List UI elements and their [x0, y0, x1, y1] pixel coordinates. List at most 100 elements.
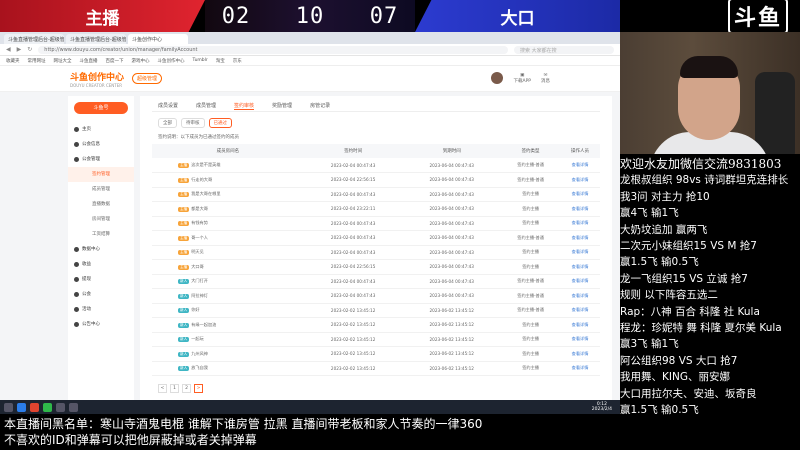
bookmark-item[interactable]: Tumblr: [193, 58, 208, 63]
filter-pending[interactable]: 待审核: [181, 118, 205, 128]
bookmark-item[interactable]: 收藏夹: [6, 58, 20, 64]
action-cell: 查看详情: [560, 288, 600, 304]
chat-line: 龙一飞组织15 VS 立诚 抢7: [620, 272, 748, 285]
expire-time-cell: 2023-06-04 00:47:43: [402, 172, 502, 188]
bookmark-item[interactable]: 游戏中心: [132, 58, 150, 64]
view-detail-link[interactable]: 查看详情: [572, 264, 589, 269]
creator-center-logo[interactable]: 斗鱼创作中心 DOUYU CREATOR CENTER: [70, 70, 124, 88]
back-icon[interactable]: ◀: [6, 46, 11, 53]
sidebar-item-rooms[interactable]: 房间管理: [68, 212, 134, 227]
table-row: 新人 九州风神 2023-02-02 13:45:12 2023-06-02 13:4…: [152, 346, 600, 362]
column-header: 到期时间: [402, 144, 502, 158]
sidebar-item-notice[interactable]: 公告中心: [68, 317, 134, 332]
view-detail-link[interactable]: 查看详情: [572, 351, 589, 356]
filter-all[interactable]: 全部: [158, 118, 177, 128]
tab-sign-review[interactable]: 签约审核: [234, 102, 255, 110]
sign-type-cell: 签约主播: [501, 317, 561, 333]
sidebar-item-home[interactable]: 主页: [68, 122, 134, 137]
chat-line: Rap：八神 百合 科隆 社 Kula: [620, 305, 760, 318]
member-name: 哥一个人: [191, 234, 208, 240]
member-name: 都是大哥: [191, 205, 208, 211]
sign-type-cell: 签约主播: [501, 216, 561, 231]
tab-member-manage[interactable]: 成员管理: [196, 102, 216, 109]
view-detail-link[interactable]: 查看详情: [572, 365, 589, 370]
chat-line: 二次元小妹组织15 VS M 抢7: [620, 240, 757, 253]
filter-approved[interactable]: 已通过: [208, 118, 232, 128]
sidebar-item-members[interactable]: 成员管理: [68, 182, 134, 197]
view-detail-link[interactable]: 查看详情: [572, 293, 589, 298]
tab-member-settings[interactable]: 成员设置: [158, 102, 178, 109]
download-app-link[interactable]: ▣ 下载APP: [513, 73, 531, 84]
page-next[interactable]: >: [194, 384, 203, 393]
bookmark-item[interactable]: 百度一下: [106, 58, 124, 64]
view-detail-link[interactable]: 查看详情: [572, 191, 589, 196]
page-number[interactable]: 1: [170, 384, 179, 393]
avatar[interactable]: [491, 72, 504, 84]
system-clock[interactable]: 0:12 2023/2/4: [592, 402, 612, 412]
member-tag: 新人: [178, 351, 190, 357]
member-name-cell: 主播 我是大哥在哪里: [152, 187, 304, 202]
view-detail-link[interactable]: 查看详情: [572, 220, 589, 225]
member-name: 这次是不是英雄: [191, 162, 221, 167]
action-cell: 查看详情: [560, 346, 600, 362]
page-prev[interactable]: <: [158, 384, 167, 393]
page-number[interactable]: 2: [182, 384, 191, 393]
banner-line: 本直播间黑名单：寒山寺酒鬼电棍 谁解下谁房管 拉黑 直播间带老板和家人节奏的一律…: [4, 417, 483, 431]
sidebar-item-guild-manage[interactable]: 公会管理: [68, 152, 134, 167]
refresh-icon[interactable]: ↻: [27, 46, 32, 53]
view-detail-link[interactable]: 查看详情: [572, 206, 589, 211]
bookmark-item[interactable]: 淘宝: [216, 58, 225, 64]
bookmark-item[interactable]: 斗鱼创作中心: [158, 58, 185, 64]
bookmark-item[interactable]: 网址大全: [54, 58, 72, 64]
member-name-cell: 主播 有钱有势: [152, 216, 304, 231]
action-cell: 查看详情: [560, 172, 600, 188]
view-detail-link[interactable]: 查看详情: [572, 235, 589, 240]
forward-icon[interactable]: ▶: [17, 46, 22, 53]
browser-search-field[interactable]: 搜索 大家都在搜: [514, 45, 614, 54]
sidebar-item-sign-manage[interactable]: 签约管理: [68, 167, 134, 182]
bookmark-item[interactable]: 京东: [233, 58, 242, 64]
bookmark-item[interactable]: 斗鱼直播: [80, 58, 98, 64]
view-detail-link[interactable]: 查看详情: [572, 177, 589, 182]
table-row: 新人 有缘一起加油 2023-02-02 13:45:12 2023-06-02 13…: [152, 317, 600, 333]
table-row: 新人 你好 2023-02-02 13:45:12 2023-06-02 13:45:…: [152, 303, 600, 318]
expire-time-cell: 2023-06-04 00:47:43: [402, 230, 502, 246]
sidebar-item-data-center[interactable]: 数据中心: [68, 242, 134, 257]
browser-tab[interactable]: 斗鱼直播管理后台-超级管理...: [4, 34, 64, 44]
browser-app-icon[interactable]: [17, 402, 26, 412]
action-cell: 查看详情: [560, 187, 600, 202]
sidebar-item-guild-info[interactable]: 公会信息: [68, 137, 134, 152]
view-detail-link[interactable]: 查看详情: [572, 307, 589, 312]
view-detail-link[interactable]: 查看详情: [572, 322, 589, 327]
sidebar-item-salary[interactable]: 工资结算: [68, 227, 134, 242]
bookmark-item[interactable]: 常用网址: [28, 58, 46, 64]
tab-rewards[interactable]: 奖励管理: [272, 102, 292, 109]
sidebar-item-guild[interactable]: 公会: [68, 287, 134, 302]
member-name-cell: 新人 大门打开: [152, 274, 304, 289]
sidebar-item-income[interactable]: 收益: [68, 257, 134, 272]
start-icon[interactable]: [4, 402, 13, 412]
right-player-name: 大口: [415, 0, 620, 32]
wechat-icon[interactable]: [43, 402, 52, 412]
view-detail-link[interactable]: 查看详情: [572, 336, 589, 341]
expire-time-cell: 2023-06-02 13:45:12: [402, 303, 502, 318]
view-detail-link[interactable]: 查看详情: [572, 278, 589, 283]
app-icon[interactable]: [56, 402, 65, 412]
table-row: 主播 我是大哥在哪里 2023-02-04 00:47:43 2023-06-04 0…: [152, 187, 600, 202]
sidebar-item-withdraw[interactable]: 提现: [68, 272, 134, 287]
sidebar-item-live-data[interactable]: 直播数据: [68, 197, 134, 212]
browser-tab[interactable]: 斗鱼直播管理后台-超级管理...: [66, 34, 126, 44]
action-cell: 查看详情: [560, 274, 600, 289]
chat-line: 赢4飞 输1飞: [620, 207, 679, 220]
browser-tab-active[interactable]: 斗鱼创作中心: [128, 34, 188, 44]
member-name-cell: 主播 行走的大哥: [152, 172, 304, 188]
sidebar-item-activity[interactable]: 活动: [68, 302, 134, 317]
app-icon[interactable]: [30, 402, 39, 412]
message-link[interactable]: ✉ 消息: [541, 73, 550, 84]
view-detail-link[interactable]: 查看详情: [572, 249, 589, 254]
url-field[interactable]: http://www.douyu.com/creator/union/manag…: [38, 45, 508, 54]
account-button[interactable]: 斗鱼号: [74, 102, 128, 114]
view-detail-link[interactable]: 查看详情: [572, 162, 589, 167]
obs-icon[interactable]: [69, 402, 78, 412]
tab-admin-log[interactable]: 房管记录: [310, 102, 330, 109]
